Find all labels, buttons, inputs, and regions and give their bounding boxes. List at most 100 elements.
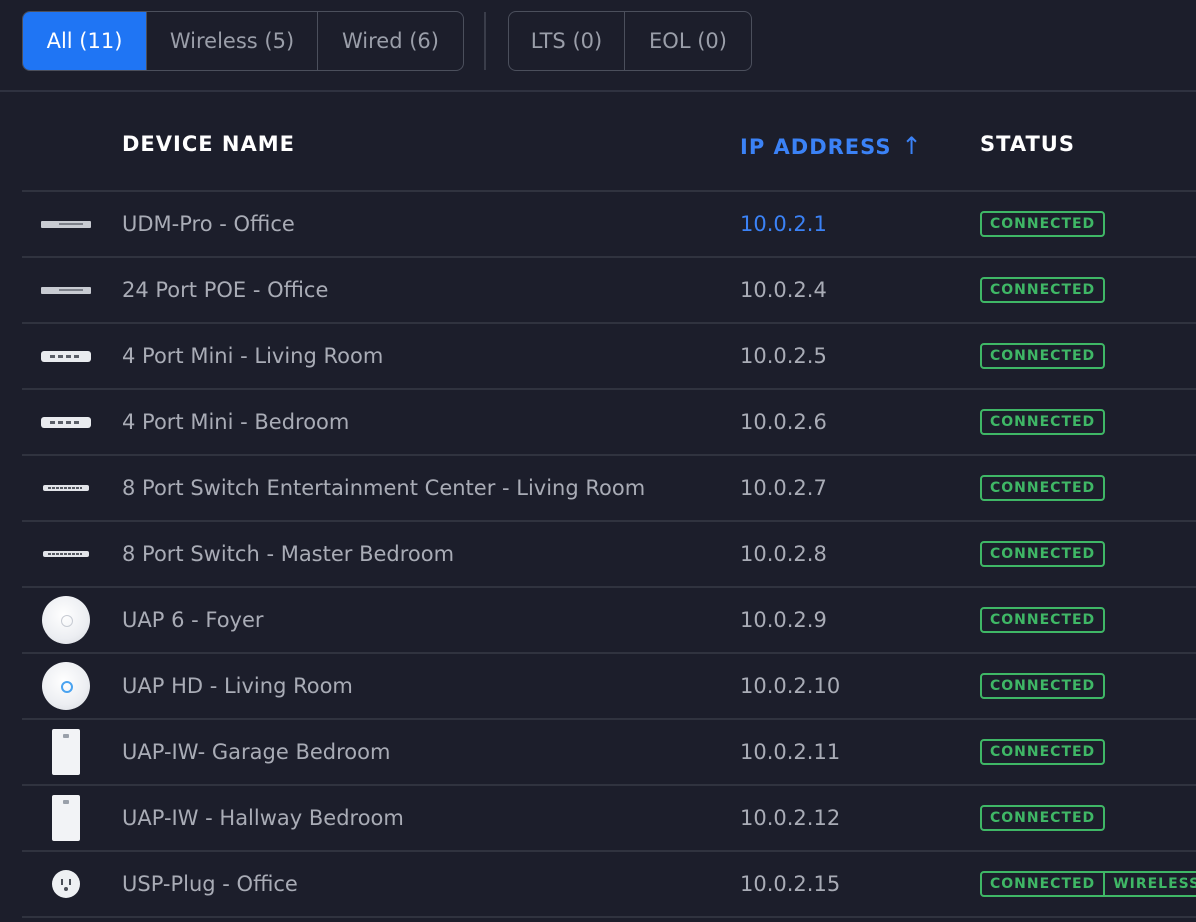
table-row[interactable]: USP-Plug - Office 10.0.2.15 CONNECTED WIREL… xyxy=(22,852,1196,918)
ip-address[interactable]: 10.0.2.1 xyxy=(740,192,827,256)
filter-all-button[interactable]: All (11) xyxy=(23,12,147,70)
in-wall-ap-icon xyxy=(52,795,80,841)
status-badge: CONNECTED xyxy=(980,805,1106,831)
status-cell: CONNECTED xyxy=(980,390,1106,454)
rack-switch-icon xyxy=(41,286,91,294)
mini-switch-icon xyxy=(41,416,91,428)
status-cell: CONNECTED xyxy=(980,654,1106,718)
ip-address: 10.0.2.12 xyxy=(740,806,841,830)
device-name[interactable]: UAP-IW- Garage Bedroom xyxy=(122,720,390,784)
status-badge: CONNECTED xyxy=(980,343,1106,369)
device-icon-cell xyxy=(22,720,110,784)
device-name[interactable]: UDM-Pro - Office xyxy=(122,192,295,256)
status-cell: CONNECTED xyxy=(980,192,1106,256)
device-name[interactable]: UAP 6 - Foyer xyxy=(122,588,264,652)
column-header-device-name[interactable]: DEVICE NAME xyxy=(122,132,295,156)
status-badge-label: CONNECTED xyxy=(990,744,1096,760)
table-row[interactable]: 8 Port Switch - Master Bedroom 10.0.2.8 CO… xyxy=(22,522,1196,588)
status-badge: CONNECTED xyxy=(980,607,1106,633)
status-badge-label: WIRELESS xyxy=(1103,873,1196,895)
status-badge: CONNECTED xyxy=(980,475,1106,501)
ip-address: 10.0.2.5 xyxy=(740,344,827,368)
table-row[interactable]: UAP 6 - Foyer 10.0.2.9 CONNECTED xyxy=(22,588,1196,654)
device-icon-cell xyxy=(22,324,110,388)
status-badge: CONNECTED xyxy=(980,673,1106,699)
access-point-hd-icon xyxy=(42,662,90,710)
status-badge: CONNECTED xyxy=(980,277,1106,303)
toolbar-separator xyxy=(0,90,1196,92)
device-name[interactable]: 24 Port POE - Office xyxy=(122,258,328,322)
switch-8-icon xyxy=(43,551,89,557)
device-name[interactable]: 8 Port Switch - Master Bedroom xyxy=(122,522,454,586)
status-badge: CONNECTED xyxy=(980,541,1106,567)
status-cell: CONNECTED xyxy=(980,456,1106,520)
status-badge-label: CONNECTED xyxy=(990,348,1096,364)
support-filter-group: LTS (0) EOL (0) xyxy=(508,11,752,71)
device-icon-cell xyxy=(22,786,110,850)
device-icon-cell xyxy=(22,522,110,586)
status-badge: CONNECTED xyxy=(980,409,1106,435)
device-name[interactable]: UAP HD - Living Room xyxy=(122,654,353,718)
table-row[interactable]: UDM-Pro - Office 10.0.2.1 CONNECTED xyxy=(22,192,1196,258)
status-badge-label: CONNECTED xyxy=(990,216,1096,232)
table-row[interactable]: 8 Port Switch Entertainment Center - Liv… xyxy=(22,456,1196,522)
device-name[interactable]: 4 Port Mini - Living Room xyxy=(122,324,383,388)
filter-wireless-button[interactable]: Wireless (5) xyxy=(147,12,318,70)
status-badge-label: CONNECTED xyxy=(990,612,1096,628)
filter-wired-button[interactable]: Wired (6) xyxy=(318,12,463,70)
ip-address: 10.0.2.7 xyxy=(740,476,827,500)
rack-gateway-icon xyxy=(41,220,91,228)
table-header: DEVICE NAME IP ADDRESS ↑ STATUS xyxy=(22,118,1196,174)
filter-eol-button[interactable]: EOL (0) xyxy=(625,12,751,70)
table-row[interactable]: UAP-IW - Hallway Bedroom 10.0.2.12 CONNECT… xyxy=(22,786,1196,852)
status-badge-label: CONNECTED xyxy=(990,678,1096,694)
sort-ascending-arrow-icon: ↑ xyxy=(901,132,923,160)
device-icon-cell xyxy=(22,852,110,916)
table-row[interactable]: 4 Port Mini - Bedroom 10.0.2.6 CONNECTED xyxy=(22,390,1196,456)
status-badge: CONNECTED xyxy=(980,211,1106,237)
status-badge: CONNECTED WIRELESS xyxy=(980,871,1196,897)
column-header-status[interactable]: STATUS xyxy=(980,132,1075,156)
table-row[interactable]: 4 Port Mini - Living Room 10.0.2.5 CONNECT… xyxy=(22,324,1196,390)
ip-address: 10.0.2.10 xyxy=(740,674,841,698)
switch-8-icon xyxy=(43,485,89,491)
table-row[interactable]: UAP HD - Living Room 10.0.2.10 CONNECTED xyxy=(22,654,1196,720)
device-icon-cell xyxy=(22,390,110,454)
device-icon-cell xyxy=(22,258,110,322)
status-cell: CONNECTED xyxy=(980,258,1106,322)
table-row[interactable]: 24 Port POE - Office 10.0.2.4 CONNECTED xyxy=(22,258,1196,324)
status-badge-label: CONNECTED xyxy=(990,480,1096,496)
device-icon-cell xyxy=(22,456,110,520)
status-badge-label: CONNECTED xyxy=(990,282,1096,298)
mini-switch-icon xyxy=(41,350,91,362)
device-name[interactable]: 4 Port Mini - Bedroom xyxy=(122,390,349,454)
ip-address: 10.0.2.15 xyxy=(740,872,841,896)
status-cell: CONNECTED xyxy=(980,588,1106,652)
device-icon-cell xyxy=(22,654,110,718)
status-cell: CONNECTED WIRELESS xyxy=(980,852,1196,916)
filter-divider xyxy=(484,12,486,70)
ip-address: 10.0.2.9 xyxy=(740,608,827,632)
ip-address: 10.0.2.4 xyxy=(740,278,827,302)
device-type-filter-group: All (11) Wireless (5) Wired (6) xyxy=(22,11,464,71)
filter-lts-button[interactable]: LTS (0) xyxy=(509,12,625,70)
table-row[interactable]: UAP-IW- Garage Bedroom 10.0.2.11 CONNECTED xyxy=(22,720,1196,786)
device-name[interactable]: UAP-IW - Hallway Bedroom xyxy=(122,786,404,850)
device-icon-cell xyxy=(22,192,110,256)
ip-address: 10.0.2.6 xyxy=(740,410,827,434)
device-name[interactable]: 8 Port Switch Entertainment Center - Liv… xyxy=(122,456,645,520)
smart-plug-icon xyxy=(52,870,80,898)
status-badge-label: CONNECTED xyxy=(990,810,1096,826)
column-header-ip-label: IP ADDRESS xyxy=(740,135,892,159)
status-badge-label: CONNECTED xyxy=(990,414,1096,430)
ip-address: 10.0.2.8 xyxy=(740,542,827,566)
column-header-ip-address[interactable]: IP ADDRESS ↑ xyxy=(740,132,923,160)
ip-address: 10.0.2.11 xyxy=(740,740,841,764)
in-wall-ap-icon xyxy=(52,729,80,775)
status-cell: CONNECTED xyxy=(980,324,1106,388)
access-point-disc-icon xyxy=(42,596,90,644)
status-badge: CONNECTED xyxy=(980,739,1106,765)
device-table-body: UDM-Pro - Office 10.0.2.1 CONNECTED 24 Port… xyxy=(22,192,1196,918)
device-name[interactable]: USP-Plug - Office xyxy=(122,852,298,916)
status-badge-label: CONNECTED xyxy=(990,546,1096,562)
